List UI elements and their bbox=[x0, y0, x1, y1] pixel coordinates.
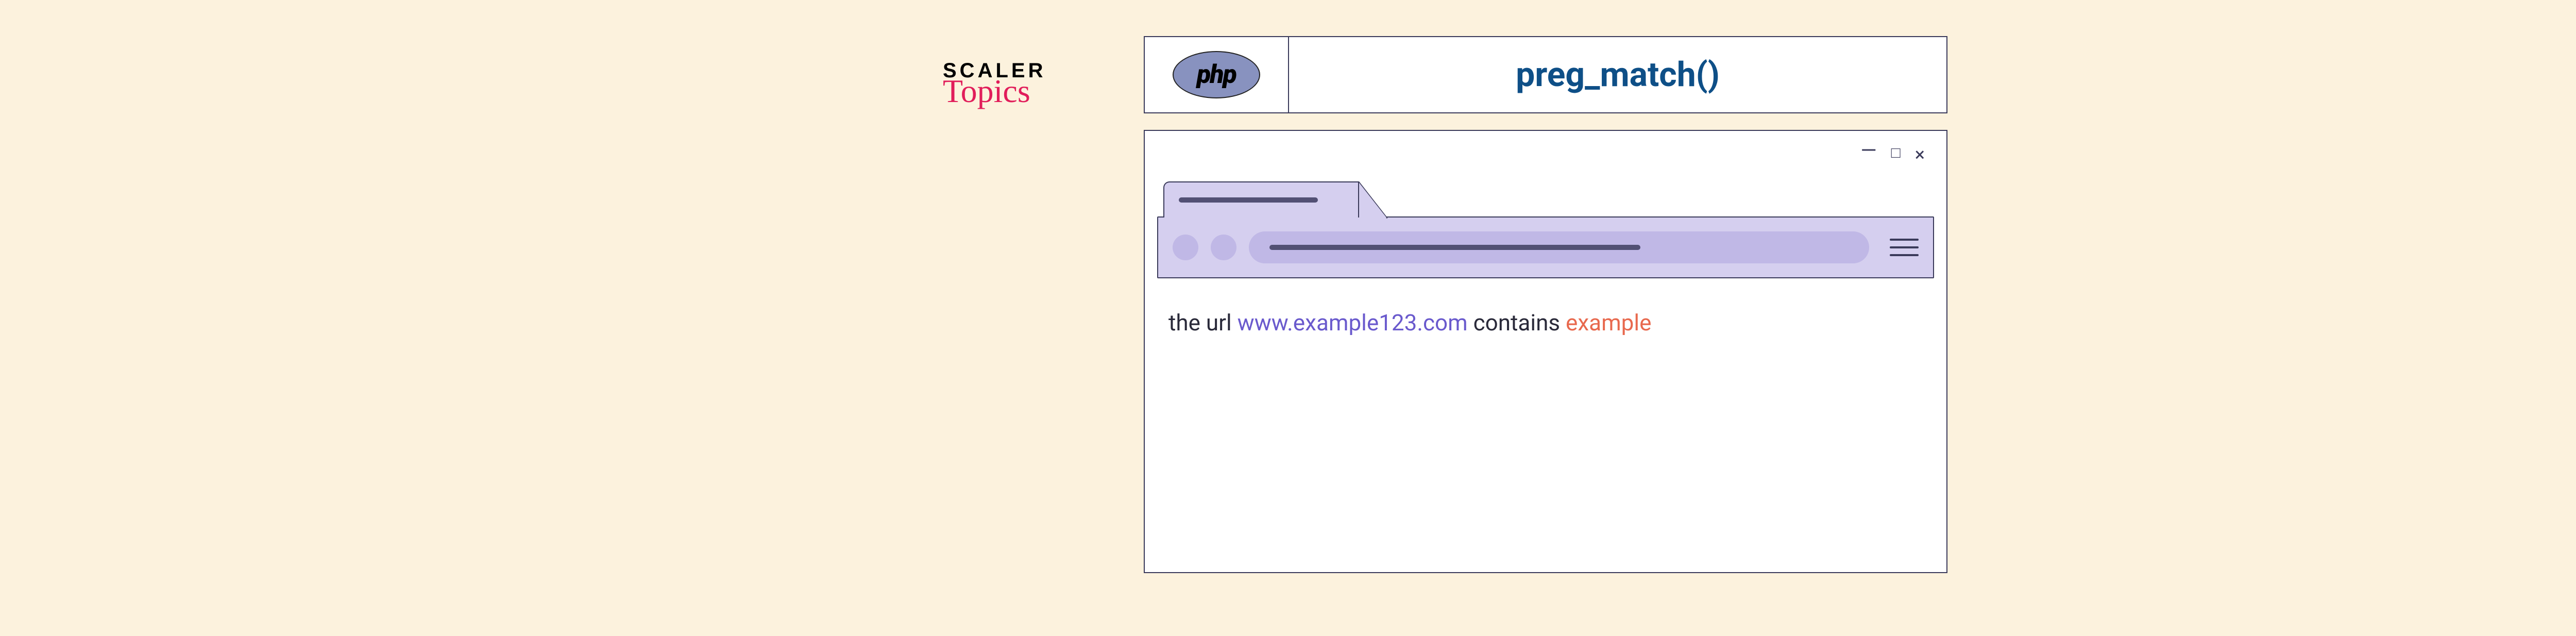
url-placeholder-line bbox=[1269, 245, 1640, 250]
php-logo-icon: php bbox=[1173, 51, 1260, 98]
php-logo-cell: php bbox=[1145, 37, 1289, 112]
window-controls: — □ × bbox=[1157, 143, 1934, 176]
title-bar: php preg_match() bbox=[1144, 36, 1947, 113]
browser-tab[interactable] bbox=[1163, 181, 1359, 217]
tab-title-placeholder bbox=[1179, 197, 1318, 203]
maximize-icon[interactable]: □ bbox=[1891, 145, 1901, 166]
tab-row bbox=[1157, 176, 1934, 217]
scaler-topics-logo: SCALER Topics bbox=[943, 59, 1087, 106]
address-bar bbox=[1157, 216, 1934, 278]
illustration-canvas: SCALER Topics php preg_match() — □ × bbox=[1144, 36, 1947, 573]
minimize-icon[interactable]: — bbox=[1860, 140, 1876, 161]
nav-forward-icon[interactable] bbox=[1211, 235, 1236, 260]
sentence-middle: contains bbox=[1468, 309, 1566, 336]
close-icon[interactable]: × bbox=[1915, 145, 1925, 166]
logo-line-2: Topics bbox=[943, 76, 1087, 106]
page-content: the url www.example123.com contains exam… bbox=[1157, 278, 1934, 336]
nav-back-icon[interactable] bbox=[1173, 235, 1198, 260]
url-input[interactable] bbox=[1249, 231, 1869, 263]
sentence-prefix: the url bbox=[1168, 309, 1238, 336]
page-title: preg_match() bbox=[1289, 37, 1946, 112]
php-logo-text: php bbox=[1197, 60, 1236, 90]
hamburger-icon[interactable] bbox=[1890, 239, 1919, 256]
browser-window: — □ × the url www.example123.com c bbox=[1144, 130, 1947, 573]
sentence-match: example bbox=[1566, 309, 1651, 336]
sentence-url: www.example123.com bbox=[1238, 309, 1468, 336]
tab-slant bbox=[1359, 181, 1386, 217]
